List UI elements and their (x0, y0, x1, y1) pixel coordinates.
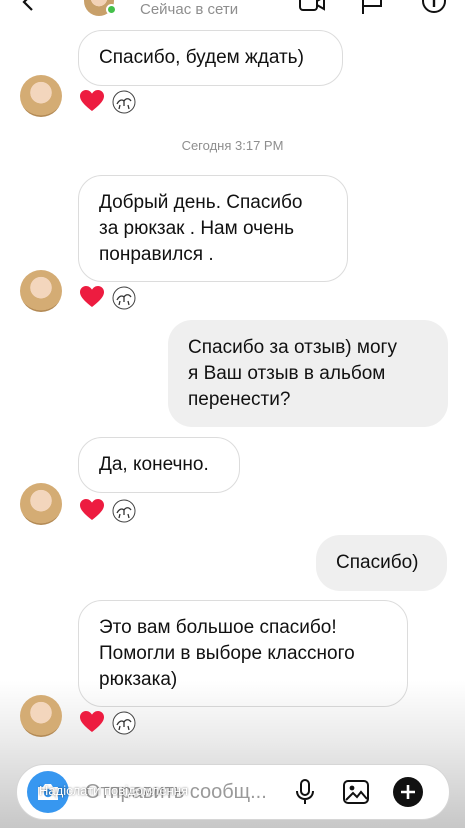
message-text: Спасибо) (336, 552, 419, 573)
chat-header: Сейчас в сети (0, 0, 465, 20)
sender-avatar[interactable] (20, 483, 62, 525)
online-indicator (106, 4, 117, 15)
message-bubble-incoming[interactable]: Спасибо, будем ждать) (78, 30, 343, 86)
sticker-icon[interactable] (112, 286, 136, 310)
overlay-hint-text: Надіслати повідомлення (39, 783, 188, 798)
sticker-icon[interactable] (112, 711, 136, 735)
sticker-icon[interactable] (112, 90, 136, 114)
microphone-icon[interactable] (291, 778, 319, 806)
video-call-icon[interactable] (298, 0, 326, 16)
online-status: Сейчас в сети (140, 1, 239, 18)
heart-icon[interactable] (79, 89, 105, 113)
message-text: Спасибо за отзыв) могу я Ваш отзыв в аль… (188, 336, 397, 410)
sticker-icon[interactable] (112, 499, 136, 523)
info-icon[interactable] (420, 0, 448, 16)
message-bubble-outgoing[interactable]: Спасибо за отзыв) могу я Ваш отзыв в аль… (168, 320, 448, 427)
message-text: Спасибо, будем ждать) (99, 47, 304, 68)
message-text: Да, конечно. (99, 454, 209, 475)
plus-icon (401, 785, 415, 799)
message-text: Это вам большое спасибо! Помогли в выбор… (99, 616, 355, 690)
message-bubble-outgoing[interactable]: Спасибо) (316, 535, 447, 591)
message-bubble-incoming[interactable]: Добрый день. Спасибо за рюкзак . Нам оче… (78, 175, 348, 282)
more-options-button[interactable] (393, 777, 423, 807)
sender-avatar[interactable] (20, 75, 62, 117)
heart-icon[interactable] (79, 285, 105, 309)
sender-avatar[interactable] (20, 270, 62, 312)
timestamp: Сегодня 3:17 PM (181, 138, 284, 153)
message-composer[interactable]: Отправить сообщ... Надіслати повідомленн… (16, 764, 450, 820)
message-bubble-incoming[interactable]: Это вам большое спасибо! Помогли в выбор… (78, 600, 408, 707)
heart-icon[interactable] (79, 710, 105, 734)
flag-icon[interactable] (358, 0, 386, 16)
back-icon[interactable] (18, 0, 38, 12)
heart-icon[interactable] (79, 498, 105, 522)
sender-avatar[interactable] (20, 695, 62, 737)
gallery-icon[interactable] (342, 778, 370, 806)
message-bubble-incoming[interactable]: Да, конечно. (78, 437, 240, 493)
message-text: Добрый день. Спасибо за рюкзак . Нам оче… (99, 191, 303, 265)
